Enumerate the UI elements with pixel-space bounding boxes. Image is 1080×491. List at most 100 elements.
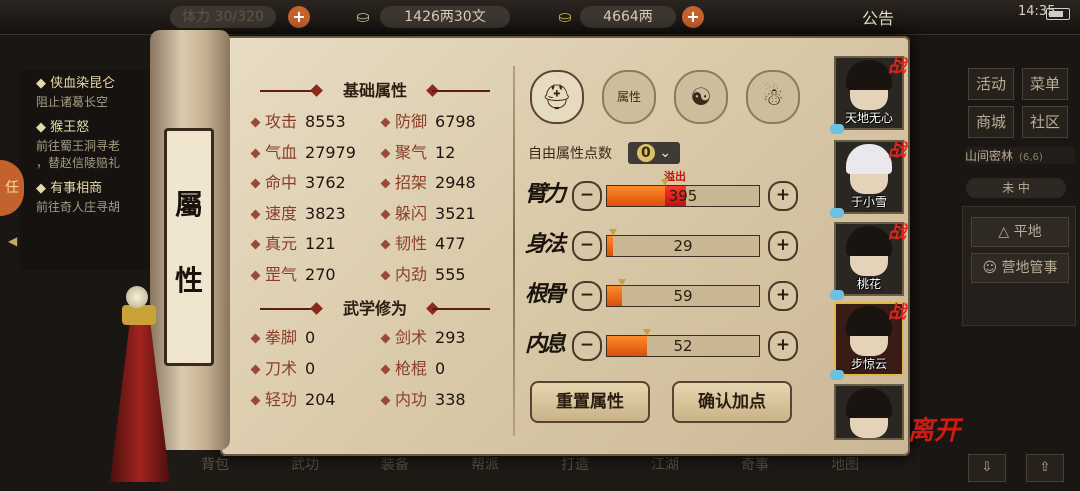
diamond-bullet-icon (380, 117, 391, 128)
party-member-card[interactable]: 于小雪 战 (830, 140, 906, 218)
party-member-name: 步惊云 (850, 357, 887, 371)
attribute-bar: 59 (606, 279, 760, 307)
stat-label: 拳脚 (265, 328, 298, 347)
add-stamina-button[interactable]: + (288, 6, 310, 28)
diamond-bullet-icon (380, 364, 391, 375)
stat-label: 韧性 (395, 234, 428, 253)
activity-button[interactable]: 活动 (968, 68, 1014, 100)
attribute-value: 59 (673, 287, 693, 305)
gold-ingot-icon: ⛀ (558, 7, 572, 26)
party-member-card[interactable]: 桃花 战 (830, 222, 906, 300)
stat-value: 204 (305, 390, 336, 409)
flat-ground-button[interactable]: △ 平地 (971, 217, 1069, 247)
stat-label: 躲闪 (395, 203, 428, 223)
attribute-value: 395 (668, 187, 698, 205)
time-indicator: 未 中 (966, 178, 1066, 198)
stat-1: 拳脚 0 (250, 326, 316, 350)
increase-button[interactable]: + (768, 331, 798, 361)
dock-item[interactable]: 帮派 (450, 454, 520, 488)
decrease-button[interactable]: − (572, 231, 602, 261)
stat-value: 8553 (305, 112, 346, 131)
add-gold-button[interactable]: + (682, 6, 704, 28)
dock-item[interactable]: 奇事 (720, 454, 790, 488)
stat-12: 内劲 555 (380, 263, 466, 287)
decrease-button[interactable]: − (572, 331, 602, 361)
wing-icon (830, 124, 844, 134)
reset-attributes-button[interactable]: 重置属性 (530, 381, 650, 423)
leave-button[interactable]: 离开 (908, 410, 960, 447)
marker-icon (642, 329, 651, 336)
stat-10: 韧性 477 (380, 232, 466, 256)
quest-title[interactable]: ◆ 侠血染昆仑 (36, 72, 150, 91)
quest-desc: 前往蜀王洞寻老 (36, 139, 121, 153)
increase-button[interactable]: + (768, 281, 798, 311)
scroll-attr-icon[interactable]: 属性 (602, 70, 656, 124)
dock-extra-button[interactable]: ⇩ (968, 454, 1006, 482)
marker-icon (609, 229, 618, 236)
diamond-bullet-icon (250, 117, 261, 128)
dock-item[interactable]: 地图 (810, 454, 880, 488)
portrait-hair (846, 226, 892, 256)
stat-label: 攻击 (265, 112, 298, 131)
stat-value: 0 (305, 328, 316, 347)
portrait-hair (846, 306, 892, 336)
party-member-name: 于小雪 (850, 195, 887, 209)
stat-label: 防御 (395, 112, 428, 131)
battle-badge: 战 (888, 302, 906, 323)
stat-value: 270 (305, 264, 336, 284)
tab-label-bottom: 性 (174, 264, 203, 297)
tassel-bead (126, 286, 148, 308)
attributes-tab[interactable]: 屬 性 (164, 128, 214, 366)
stat-9: 真元 121 (250, 232, 336, 256)
decrease-button[interactable]: − (572, 281, 602, 311)
menu-button[interactable]: 菜单 (1022, 68, 1068, 100)
diamond-bullet-icon (380, 395, 391, 406)
stat-6: 招架 2948 (380, 171, 476, 195)
quest-desc: 前往奇人庄寻胡 (36, 200, 121, 214)
diamond-bullet-icon (380, 333, 391, 344)
stat-4: 聚气 12 (380, 141, 455, 165)
stat-value: 3823 (305, 203, 346, 223)
dock-item[interactable]: 背包 (180, 454, 250, 488)
diamond-bullet-icon (380, 209, 391, 219)
silver-display: 1426两30文 (380, 6, 510, 28)
dock-item[interactable]: 装备 (360, 454, 430, 488)
stat-2: 剑术 293 (380, 326, 466, 350)
shop-button[interactable]: 商城 (968, 106, 1014, 138)
marker-icon (660, 179, 669, 186)
party-member-card[interactable] (834, 384, 904, 440)
stat-value: 477 (435, 234, 466, 253)
decrease-button[interactable]: − (572, 181, 602, 211)
martial-stats-grid: 拳脚 0 剑术 293 刀术 0 枪棍 0 轻功 204 内功 338 (250, 326, 512, 416)
camp-manager-button[interactable]: ☺ 营地管事 (971, 253, 1069, 283)
stat-value: 555 (435, 264, 466, 284)
stat-4: 枪棍 0 (380, 357, 445, 381)
dock-item[interactable]: 江湖 (630, 454, 700, 488)
quest-title[interactable]: ◆ 猴王怒 (36, 116, 150, 135)
map-location: 山间密林 (6,6) (965, 147, 1075, 164)
stat-11: 罡气 270 (250, 263, 336, 287)
announcement-button[interactable]: 公告 (862, 5, 894, 29)
dock-item[interactable]: 打造 (540, 454, 610, 488)
stat-value: 0 (305, 359, 316, 378)
increase-button[interactable]: + (768, 231, 798, 261)
bagua-icon[interactable]: ☯ (674, 70, 728, 124)
hat-icon[interactable]: ⛑ (530, 70, 584, 124)
stat-3: 刀术 0 (250, 357, 316, 381)
confirm-points-button[interactable]: 确认加点 (672, 381, 792, 423)
diamond-bullet-icon (380, 148, 391, 158)
wing-icon (830, 208, 844, 218)
dock-item[interactable]: 武功 (270, 454, 340, 488)
party-member-card[interactable]: 天地无心 战 (830, 56, 906, 134)
dock-extra-button[interactable]: ⇧ (1026, 454, 1064, 482)
meridian-icon[interactable]: ☃ (746, 70, 800, 124)
wing-icon (830, 290, 844, 300)
quest-title[interactable]: ◆ 有事相商 (36, 177, 150, 196)
community-button[interactable]: 社区 (1022, 106, 1068, 138)
increase-button[interactable]: + (768, 181, 798, 211)
martial-section-header: 武学修为 (250, 296, 500, 322)
party-member-card[interactable]: 步惊云 战 (830, 302, 906, 380)
collapse-arrow-icon[interactable]: ◀ (8, 234, 17, 248)
stat-label: 招架 (395, 173, 428, 192)
stat-6: 内功 338 (380, 388, 466, 412)
